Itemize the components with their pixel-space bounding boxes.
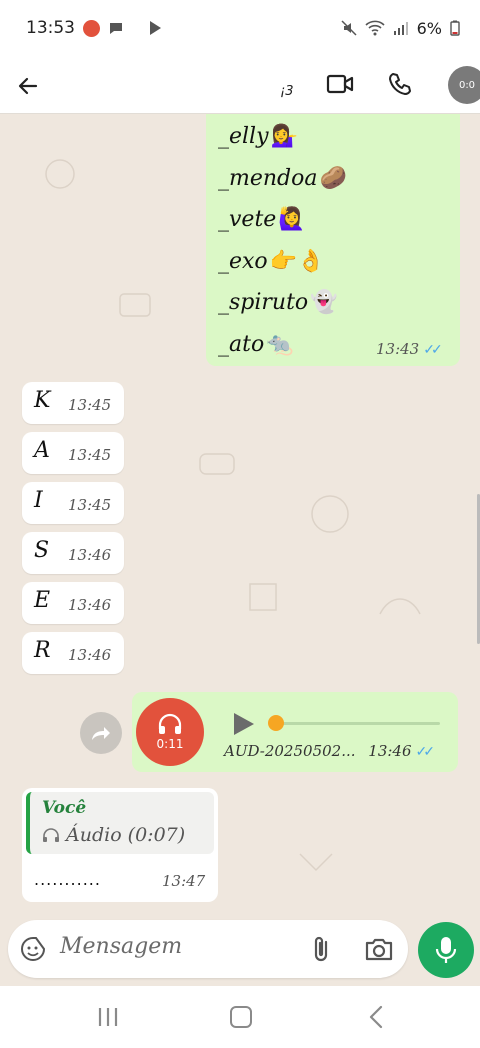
audio-duration: 0:11 bbox=[156, 737, 184, 751]
line-text: _ato bbox=[218, 331, 265, 357]
forward-icon bbox=[92, 727, 110, 740]
list-line: _spiruto👻 bbox=[218, 282, 448, 324]
list-line: _vete🙋‍♀️ bbox=[218, 199, 448, 241]
chat-header: ¡3 0:0 bbox=[0, 56, 480, 114]
time-text: 13:43 bbox=[376, 340, 420, 358]
message-timestamp: 13:45 bbox=[68, 396, 112, 414]
message-timestamp: 13:46 bbox=[368, 742, 412, 760]
recent-apps-icon[interactable] bbox=[96, 1006, 120, 1028]
message-input[interactable]: Mensagem bbox=[60, 934, 182, 959]
play-button[interactable] bbox=[228, 710, 256, 738]
wifi-icon bbox=[365, 20, 385, 36]
line-text: _elly bbox=[218, 124, 269, 149]
audio-meta: AUD-20250502... 13:46 ✓✓ bbox=[224, 742, 436, 760]
message-timestamp: 13:43 ✓✓ bbox=[376, 340, 443, 358]
message-text: R bbox=[34, 638, 51, 663]
line-text: _vete bbox=[218, 207, 277, 232]
message-text: S bbox=[34, 538, 50, 563]
line-emoji: 💁‍♀️ bbox=[270, 124, 298, 149]
home-button[interactable] bbox=[230, 1006, 252, 1028]
message-timestamp: 13:45 bbox=[68, 496, 112, 514]
message-timestamp: 13:46 bbox=[68, 646, 112, 664]
notification-app-icon bbox=[83, 19, 100, 37]
line-emoji: 👉👌 bbox=[269, 248, 325, 274]
video-call-button[interactable] bbox=[322, 66, 358, 102]
list-line: _mendoa🥔 bbox=[218, 158, 448, 200]
status-bar: 13:53 6% bbox=[0, 0, 480, 56]
line-text: _spiruto bbox=[218, 290, 309, 315]
line-text: _exo bbox=[218, 248, 268, 274]
audio-avatar: 0:11 bbox=[136, 698, 204, 766]
quoted-text: Áudio (0:07) bbox=[66, 824, 186, 846]
line-emoji: 🥔 bbox=[319, 165, 347, 191]
message-text: E bbox=[34, 588, 51, 613]
quoted-content: Áudio (0:07) bbox=[42, 824, 185, 846]
incoming-message-bubble[interactable]: R 13:46 bbox=[22, 632, 124, 674]
battery-icon bbox=[450, 20, 460, 36]
line-emoji: 🐀 bbox=[266, 331, 294, 357]
message-text: I bbox=[34, 488, 43, 513]
outgoing-message-bubble[interactable]: _elly💁‍♀️ _mendoa🥔 _vete🙋‍♀️ _exo👉👌 _spi… bbox=[206, 114, 460, 366]
message-timestamp: 13:46 bbox=[68, 596, 112, 614]
incoming-message-bubble[interactable]: K 13:45 bbox=[22, 382, 124, 424]
forward-button[interactable] bbox=[80, 712, 122, 754]
chat-notification-icon bbox=[110, 23, 122, 34]
emoji-sticker-icon[interactable] bbox=[20, 936, 46, 962]
line-emoji: 👻 bbox=[310, 290, 338, 315]
back-button[interactable] bbox=[8, 66, 48, 106]
voice-record-button[interactable] bbox=[418, 922, 474, 978]
incoming-message-bubble[interactable]: S 13:46 bbox=[22, 532, 124, 574]
video-camera-icon bbox=[326, 74, 354, 94]
incoming-message-bubble[interactable]: E 13:46 bbox=[22, 582, 124, 624]
nav-back-icon[interactable] bbox=[366, 1004, 386, 1030]
list-line: _exo👉👌 bbox=[218, 241, 448, 283]
headphones-icon bbox=[43, 828, 59, 842]
message-timestamp: 13:46 bbox=[68, 546, 112, 564]
camera-icon[interactable] bbox=[364, 936, 394, 962]
mute-icon bbox=[341, 20, 357, 36]
message-composer[interactable]: Mensagem bbox=[8, 920, 408, 978]
incoming-message-bubble[interactable]: A 13:45 bbox=[22, 432, 124, 474]
incoming-reply-bubble[interactable]: Você Áudio (0:07) ........... 13:47 bbox=[22, 788, 218, 902]
audio-seek-handle[interactable] bbox=[268, 715, 284, 731]
battery-percent: 6% bbox=[416, 18, 442, 38]
attach-icon[interactable] bbox=[308, 934, 336, 964]
incoming-message-bubble[interactable]: I 13:45 bbox=[22, 482, 124, 524]
read-receipt-icon: ✓✓ bbox=[423, 342, 443, 358]
read-receipt-icon: ✓✓ bbox=[415, 744, 436, 760]
list-line: _elly💁‍♀️ bbox=[218, 116, 448, 158]
chat-area[interactable]: _elly💁‍♀️ _mendoa🥔 _vete🙋‍♀️ _exo👉👌 _spi… bbox=[0, 114, 480, 930]
line-text: _mendoa bbox=[218, 165, 318, 191]
arrow-back-icon bbox=[18, 77, 38, 95]
phone-icon bbox=[389, 73, 411, 95]
play-store-icon bbox=[150, 21, 161, 35]
status-time: 13:53 bbox=[26, 18, 75, 38]
audio-progress-track[interactable] bbox=[272, 722, 440, 725]
message-text: A bbox=[34, 438, 50, 463]
quoted-message[interactable]: Você Áudio (0:07) bbox=[26, 792, 214, 854]
call-timer-badge[interactable]: 0:0 bbox=[448, 66, 480, 104]
chat-subtitle: ¡3 bbox=[280, 84, 294, 99]
message-timestamp: 13:45 bbox=[68, 446, 112, 464]
microphone-icon bbox=[435, 937, 457, 963]
system-navigation-bar bbox=[0, 986, 480, 1048]
message-timestamp: 13:47 bbox=[162, 872, 206, 890]
audio-message-bubble[interactable]: 0:11 AUD-20250502... 13:46 ✓✓ bbox=[132, 692, 458, 772]
signal-icon bbox=[393, 22, 408, 35]
message-text: K bbox=[34, 388, 51, 413]
quoted-sender: Você bbox=[42, 798, 87, 818]
line-emoji: 🙋‍♀️ bbox=[278, 207, 306, 232]
headphones-icon bbox=[158, 713, 182, 734]
message-text: ........... bbox=[34, 870, 101, 889]
audio-filename: AUD-20250502... bbox=[224, 742, 356, 760]
voice-call-button[interactable] bbox=[382, 66, 418, 102]
